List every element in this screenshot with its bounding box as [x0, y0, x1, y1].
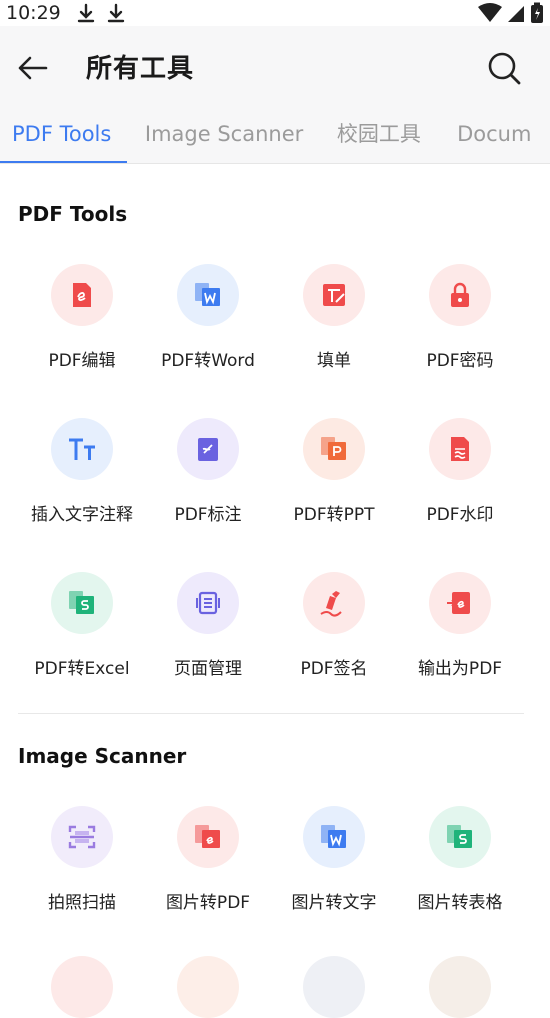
battery-icon: [531, 2, 543, 23]
signature-pen-icon: [303, 572, 365, 634]
pdf-to-excel-icon: [51, 572, 113, 634]
tool-pdf-to-excel[interactable]: PDF转Excel: [19, 572, 145, 679]
tool-label: 输出为PDF: [417, 659, 503, 679]
pdf-markup-icon: [177, 418, 239, 480]
tool-image-to-text[interactable]: 图片转文字: [271, 806, 397, 913]
search-icon[interactable]: [484, 48, 524, 88]
page-title: 所有工具: [86, 54, 195, 84]
tool-label: 图片转文字: [291, 893, 377, 913]
fill-form-icon: [303, 264, 365, 326]
tool-pdf-signature[interactable]: PDF签名: [271, 572, 397, 679]
pdf-edit-icon: [51, 264, 113, 326]
tool-label: PDF签名: [300, 659, 368, 679]
tab-image-scanner[interactable]: Image Scanner: [127, 108, 317, 163]
image-to-table-icon: [429, 806, 491, 868]
tool-page-manage[interactable]: 页面管理: [145, 572, 271, 679]
pdf-to-ppt-icon: [303, 418, 365, 480]
tool-photo-scan[interactable]: 拍照扫描: [19, 806, 145, 913]
status-bar: 10:29: [0, 0, 550, 26]
section-title-pdf-tools: PDF Tools: [18, 202, 128, 226]
tool-pdf-password[interactable]: PDF密码: [397, 264, 523, 371]
tool-label: 插入文字注释: [31, 505, 133, 525]
tab-documents[interactable]: Docum: [437, 108, 550, 163]
tool-label: PDF转Excel: [34, 659, 130, 679]
signal-icon: [508, 6, 524, 22]
status-time: 10:29: [6, 2, 61, 24]
tool-label: PDF转PPT: [293, 505, 375, 525]
page-manage-icon: [177, 572, 239, 634]
tab-campus-tools[interactable]: 校园工具: [317, 108, 437, 163]
tool-insert-text-note[interactable]: 插入文字注释: [19, 418, 145, 525]
app-bar: 所有工具: [0, 26, 550, 108]
export-pdf-icon: [429, 572, 491, 634]
tool-label: 拍照扫描: [48, 893, 116, 913]
download-icon: [77, 3, 94, 23]
scan-camera-icon: [51, 806, 113, 868]
tool-label: PDF编辑: [48, 351, 116, 371]
tool-pdf-to-ppt[interactable]: PDF转PPT: [271, 418, 397, 525]
tab-pdf-tools[interactable]: PDF Tools: [0, 108, 127, 163]
watermark-icon: [429, 418, 491, 480]
pdf-to-word-icon: [177, 264, 239, 326]
tool-pdf-markup[interactable]: PDF标注: [145, 418, 271, 525]
text-annotation-icon: [51, 418, 113, 480]
tool-export-pdf[interactable]: 输出为PDF: [397, 572, 523, 679]
section-divider: [18, 713, 524, 714]
tool-image-to-table[interactable]: 图片转表格: [397, 806, 523, 913]
wifi-icon: [478, 3, 502, 22]
download-icon: [107, 3, 124, 23]
tool-label: PDF标注: [174, 505, 242, 525]
tool-label: PDF转Word: [161, 351, 255, 371]
tool-label: PDF密码: [426, 351, 494, 371]
tool-label: 填单: [317, 351, 351, 371]
back-arrow-icon[interactable]: [14, 50, 50, 86]
lock-icon: [429, 264, 491, 326]
tab-bar: PDF Tools Image Scanner 校园工具 Docum: [0, 108, 550, 164]
tool-label: 页面管理: [174, 659, 242, 679]
image-to-text-icon: [303, 806, 365, 868]
tool-pdf-watermark[interactable]: PDF水印: [397, 418, 523, 525]
tool-pdf-to-word[interactable]: PDF转Word: [145, 264, 271, 371]
tool-label: 图片转PDF: [165, 893, 251, 913]
tool-label: PDF水印: [426, 505, 494, 525]
section-title-image-scanner: Image Scanner: [18, 744, 187, 768]
image-to-pdf-icon: [177, 806, 239, 868]
next-row-partial: [0, 956, 550, 1018]
tool-image-to-pdf[interactable]: 图片转PDF: [145, 806, 271, 913]
tool-fill-form[interactable]: 填单: [271, 264, 397, 371]
tool-pdf-edit[interactable]: PDF编辑: [19, 264, 145, 371]
tool-label: 图片转表格: [417, 893, 503, 913]
